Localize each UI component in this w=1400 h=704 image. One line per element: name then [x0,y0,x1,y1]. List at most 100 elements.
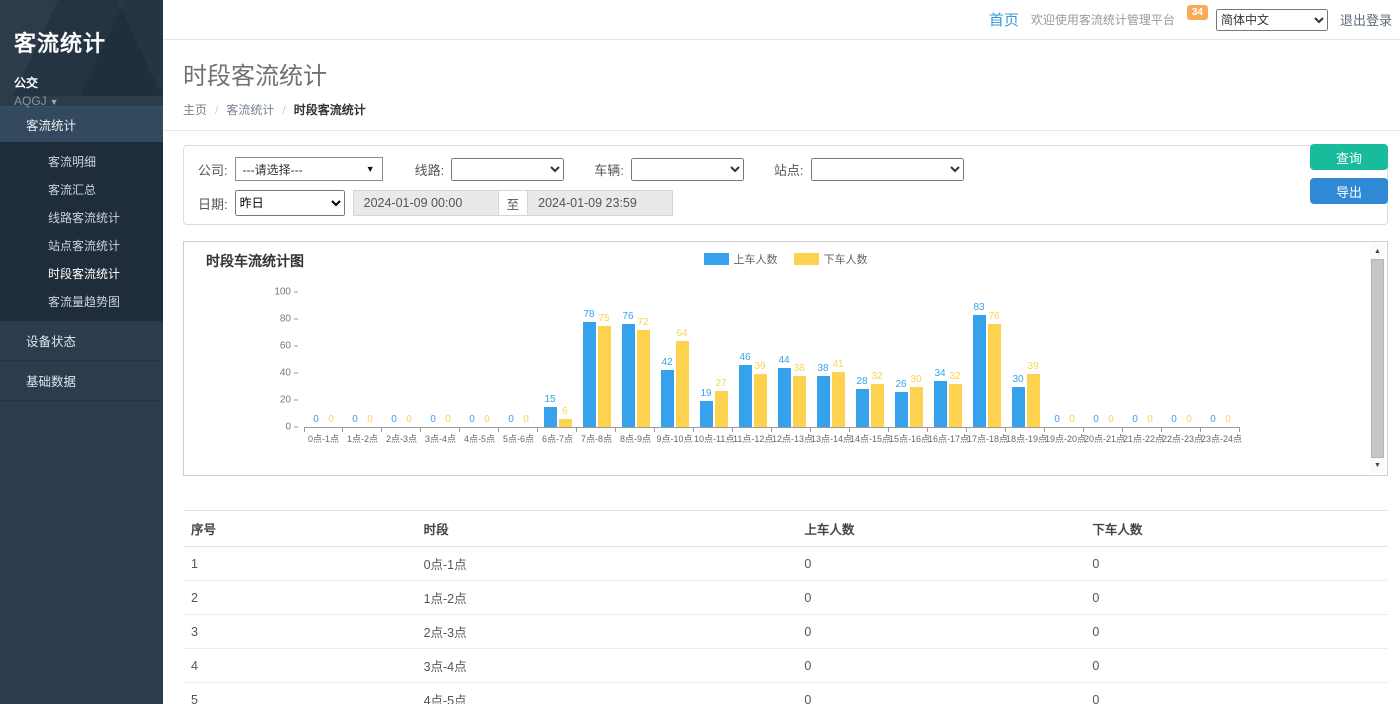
bar[interactable] [700,401,713,427]
bar[interactable] [676,341,689,427]
filter-row-1: 公司: ---请选择--- ▼ 线路: 车辆: 站点: [198,156,1373,182]
vehicle-select[interactable] [631,158,744,181]
bar-value-label: 0 [1171,414,1177,426]
logout-link[interactable]: 退出登录 [1340,10,1392,29]
bar[interactable] [910,387,923,428]
bar-value-label: 0 [1132,414,1138,426]
bar[interactable] [1027,374,1040,427]
org-name: 公交 [14,74,149,91]
sidebar-section-passenger-stats[interactable]: 客流统计 [0,106,163,143]
scrollbar-track[interactable] [1370,259,1385,458]
filter-row-2: 日期: 昨日 2024-01-09 00:00 至 2024-01-09 23:… [198,190,1373,216]
vehicle-label: 车辆: [594,160,624,179]
bar[interactable] [661,370,674,427]
date-from-input[interactable]: 2024-01-09 00:00 [353,190,499,216]
language-select[interactable]: 简体中文 [1216,9,1328,31]
sidebar-item-active[interactable]: 时段客流统计 [0,259,163,287]
bar-column: 76 [622,311,635,427]
bar-pair: 00 [421,292,460,427]
bar-column: 0 [505,414,518,427]
chart-category-group: 263015点-16点 [889,292,928,445]
sidebar-item-sub[interactable]: 站点客流统计 [0,231,163,259]
chart-header: 时段车流统计图 上车人数下车人数 [184,242,1387,274]
scrollbar-up-arrow-icon[interactable]: ▲ [1370,244,1385,259]
table-cell: 0 [1084,547,1388,581]
table-cell: 0 [796,649,1084,683]
bar-column: 72 [637,317,650,427]
bar[interactable] [583,322,596,427]
bar-pair: 4438 [772,292,811,427]
export-button[interactable]: 导出 [1310,178,1388,204]
sidebar-item-sub[interactable]: 客流明细 [0,147,163,175]
bar-column: 83 [973,302,986,427]
bar-value-label: 0 [523,414,529,426]
bar[interactable] [973,315,986,427]
y-tick-label: 0 [285,422,298,433]
legend-label: 上车人数 [734,251,778,267]
bar[interactable] [793,376,806,427]
bar-pair: 00 [1084,292,1123,427]
bar[interactable] [544,407,557,427]
home-link[interactable]: 首页 [989,9,1019,30]
bar-value-label: 0 [469,414,475,426]
chart-category-group: 004点-5点 [460,292,499,445]
bar-pair: 00 [1045,292,1084,427]
chart-bars: 000点-1点001点-2点002点-3点003点-4点004点-5点005点-… [304,292,1240,445]
bar-column: 0 [1051,414,1064,427]
bar[interactable] [622,324,635,427]
station-select[interactable] [811,158,964,181]
x-tick-label: 5点-6点 [499,427,538,445]
bar-value-label: 72 [637,317,648,329]
bar[interactable] [856,389,869,427]
bar[interactable] [1012,387,1025,428]
bar[interactable] [598,326,611,427]
bar-column: 28 [856,376,869,427]
breadcrumb-link[interactable]: 主页 [183,101,207,118]
sidebar-item-sub[interactable]: 客流量趋势图 [0,287,163,315]
company-select[interactable]: ---请选择--- ▼ [235,157,383,181]
scrollbar-down-arrow-icon[interactable]: ▼ [1370,458,1385,473]
sidebar-item-top[interactable]: 基础数据 [0,361,163,401]
sidebar-item-sub[interactable]: 客流汇总 [0,175,163,203]
x-tick-label: 23点-24点 [1201,427,1240,445]
date-to-input[interactable]: 2024-01-09 23:59 [527,190,673,216]
bar[interactable] [871,384,884,427]
bar-value-label: 76 [622,311,633,323]
bar[interactable] [778,368,791,427]
sidebar-item-sub[interactable]: 线路客流统计 [0,203,163,231]
bar-column: 0 [427,414,440,427]
bar-column: 0 [1168,414,1181,427]
chart-category-group: 0019点-20点 [1045,292,1084,445]
bar-column: 0 [1144,414,1157,427]
bar[interactable] [817,376,830,427]
bar[interactable] [739,365,752,427]
bar-value-label: 38 [793,363,804,375]
breadcrumb-link[interactable]: 客流统计 [226,101,274,118]
bar-column: 0 [1207,414,1220,427]
bar[interactable] [949,384,962,427]
chart-category-group: 343216点-17点 [928,292,967,445]
chart-scrollbar[interactable]: ▲ ▼ [1370,244,1385,473]
bar[interactable] [895,392,908,427]
sidebar-item-top[interactable]: 设备状态 [0,321,163,361]
bar[interactable] [754,374,767,427]
bar-value-label: 32 [949,371,960,383]
bar-column: 39 [754,361,767,427]
line-select[interactable] [451,158,564,181]
bar[interactable] [832,372,845,427]
scrollbar-thumb[interactable] [1371,259,1384,458]
table-cell: 0 [796,547,1084,581]
bar[interactable] [934,381,947,427]
bar[interactable] [715,391,728,427]
logo-area: 客流统计 公交 AQGJ▼ [0,0,163,96]
chart-title: 时段车流统计图 [206,253,304,269]
bar-value-label: 64 [676,328,687,340]
y-tick-label: 20 [280,395,298,406]
bar-value-label: 83 [973,302,984,314]
bar[interactable] [559,419,572,427]
date-preset-select[interactable]: 昨日 [235,190,345,216]
query-button[interactable]: 查询 [1310,144,1388,170]
chart-category-group: 76728点-9点 [616,292,655,445]
bar[interactable] [637,330,650,427]
bar[interactable] [988,324,1001,427]
